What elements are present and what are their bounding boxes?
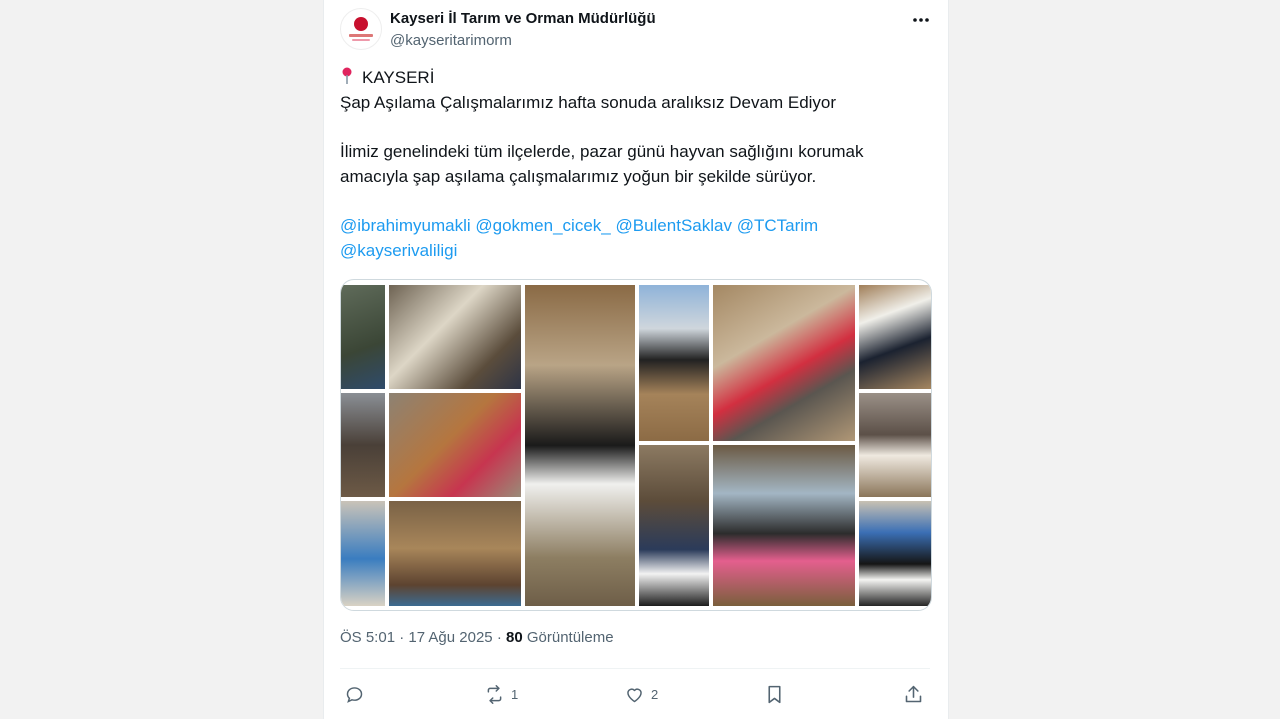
more-icon	[913, 18, 929, 22]
share-icon	[905, 685, 922, 702]
ministry-emblem-icon	[354, 17, 368, 31]
mention-link[interactable]: @kayserivaliligi	[340, 241, 457, 260]
photo-collage[interactable]	[340, 279, 932, 611]
mention-link[interactable]: @TCTarim	[737, 216, 818, 235]
tweet-headline: Şap Aşılama Çalışmalarımız hafta sonuda …	[340, 92, 837, 112]
share-button[interactable]	[903, 681, 924, 707]
collage-photo[interactable]	[389, 285, 521, 389]
collage-photo[interactable]	[713, 285, 855, 441]
location-text: KAYSERİ	[362, 68, 435, 87]
pin-icon	[342, 67, 352, 84]
views-label: Görüntüleme	[526, 629, 614, 646]
mention-link[interactable]: @ibrahimyumakli	[340, 216, 471, 235]
like-icon	[627, 687, 642, 702]
collage-photo[interactable]	[859, 501, 931, 606]
bookmark-icon	[768, 685, 781, 703]
retweet-icon	[487, 684, 502, 704]
collage-photo[interactable]	[525, 285, 635, 606]
tweet-time[interactable]: ÖS 5:01	[340, 629, 395, 646]
collage-photo[interactable]	[341, 501, 385, 606]
tweet-body-line-2: amacıyla şap aşılama çalışmalarımız yoğu…	[340, 166, 817, 186]
mention-link[interactable]: @BulentSaklav	[615, 216, 732, 235]
collage-photo[interactable]	[389, 393, 521, 497]
collage-photo[interactable]	[859, 285, 931, 389]
handle[interactable]: @kayseritarimorm	[390, 32, 512, 49]
bookmark-button[interactable]	[764, 681, 785, 707]
collage-photo[interactable]	[389, 501, 521, 606]
retweet-button[interactable]: 1	[484, 681, 518, 707]
location-line: KAYSERİ	[340, 66, 920, 91]
like-count: 2	[651, 686, 659, 702]
mentions-line-2: @kayserivaliligi	[340, 239, 920, 264]
collage-photo[interactable]	[341, 393, 385, 497]
tweet-body-line-1: İlimiz genelindeki tüm ilçelerde, pazar …	[340, 142, 864, 161]
reply-button[interactable]	[344, 681, 371, 707]
collage-photo[interactable]	[639, 445, 709, 606]
avatar[interactable]	[340, 8, 382, 50]
tweet-meta: ÖS 5:01 · 17 Ağu 2025 · 80 Görüntüleme	[340, 629, 614, 646]
mention-link[interactable]: @gokmen_cicek_	[475, 216, 610, 235]
collage-photo[interactable]	[713, 445, 855, 606]
collage-photo[interactable]	[639, 285, 709, 441]
tweet-card: Kayseri İl Tarım ve Orman Müdürlüğü @kay…	[323, 0, 949, 719]
reply-icon	[346, 686, 363, 703]
display-name[interactable]: Kayseri İl Tarım ve Orman Müdürlüğü	[390, 10, 656, 27]
retweet-count: 1	[511, 686, 519, 702]
mentions-line-1: @ibrahimyumakli @gokmen_cicek_ @BulentSa…	[340, 214, 920, 239]
divider	[340, 668, 930, 669]
tweet-text: KAYSERİ Şap Aşılama Çalışmalarımız hafta…	[340, 66, 920, 263]
views-count: 80	[506, 629, 523, 646]
collage-photo[interactable]	[859, 393, 931, 497]
more-button[interactable]	[906, 8, 936, 32]
collage-photo[interactable]	[341, 285, 385, 389]
like-button[interactable]: 2	[624, 681, 658, 707]
tweet-date[interactable]: 17 Ağu 2025	[408, 629, 492, 646]
